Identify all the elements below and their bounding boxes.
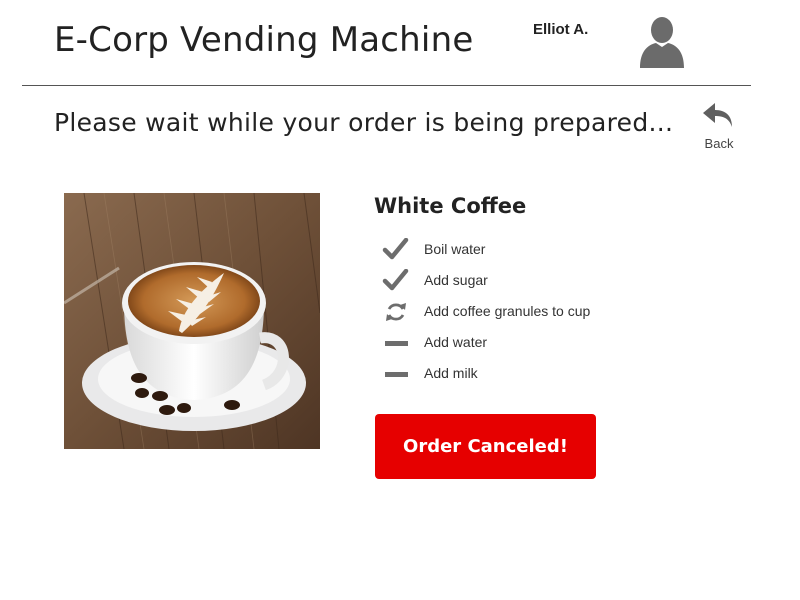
back-arrow-icon: [703, 103, 732, 127]
dash-icon: [385, 372, 408, 377]
back-label: Back: [704, 136, 734, 151]
product-image: [64, 193, 320, 449]
refresh-icon: [386, 303, 406, 321]
vending-app: E-Corp Vending Machine Elliot A. Please …: [0, 0, 800, 600]
step-item: Add coffee granules to cup: [382, 296, 712, 327]
step-item: Add milk: [382, 358, 712, 389]
step-label: Add water: [424, 334, 488, 350]
step-label: Add coffee granules to cup: [424, 303, 591, 319]
step-label: Add milk: [424, 365, 478, 381]
status-message: Please wait while your order is being pr…: [54, 108, 674, 137]
step-item: Boil water: [382, 234, 712, 265]
app-title: E-Corp Vending Machine: [54, 20, 474, 60]
dash-icon: [385, 341, 408, 346]
preparation-steps: Boil water Add sugar Add coffee granules…: [382, 234, 712, 389]
step-label: Add sugar: [424, 272, 488, 288]
step-item: Add water: [382, 327, 712, 358]
order-status-button[interactable]: Order Canceled!: [375, 414, 596, 479]
checkmark-icon: [382, 238, 409, 260]
back-button[interactable]: Back: [698, 101, 740, 153]
step-item: Add sugar: [382, 265, 712, 296]
user-name: Elliot A.: [533, 21, 589, 38]
product-name: White Coffee: [374, 194, 527, 218]
header-divider: [22, 85, 751, 86]
step-label: Boil water: [424, 241, 486, 257]
checkmark-icon: [382, 269, 409, 291]
user-silhouette-icon[interactable]: [638, 14, 686, 68]
